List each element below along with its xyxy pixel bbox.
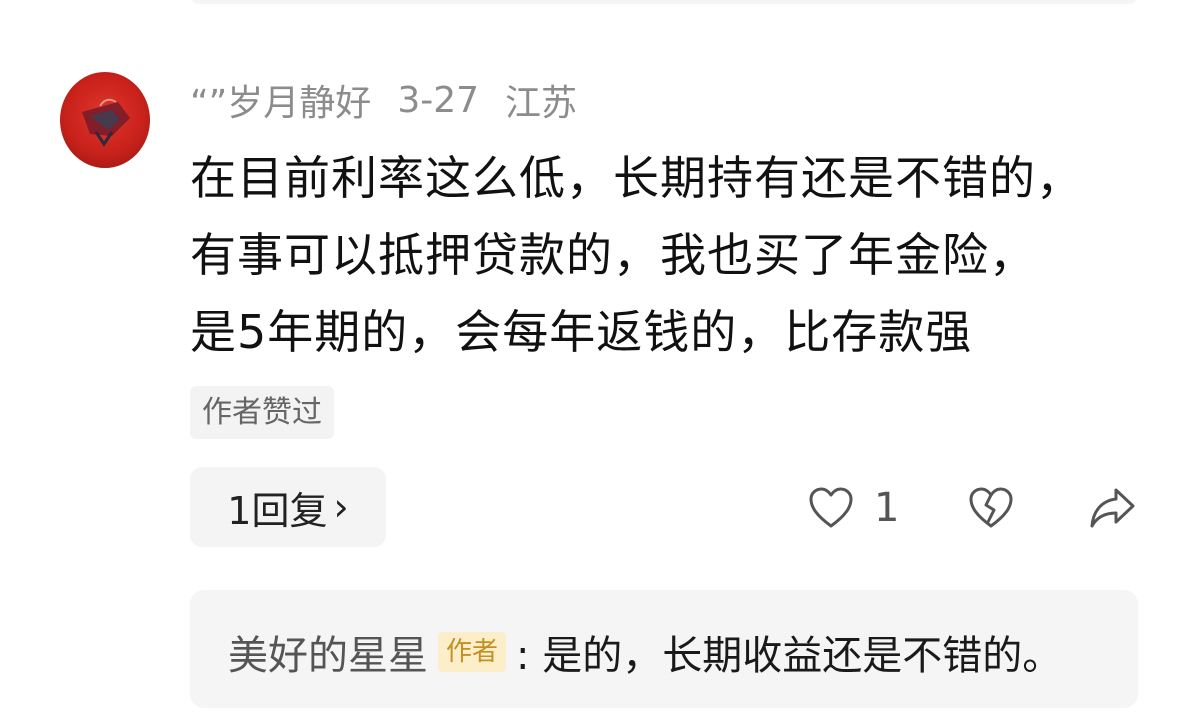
comment-line: 是5年期的，会每年返钱的，比存款强 — [190, 305, 973, 359]
reply-preview[interactable]: 美好的星星 作者 : 是的，长期收益还是不错的。 — [190, 590, 1138, 708]
avatar-image — [82, 98, 130, 147]
reply-count-label: 1回复 — [227, 488, 328, 533]
like-count: 1 — [874, 485, 900, 531]
share-arrow-icon — [1090, 488, 1135, 528]
avatar[interactable] — [60, 72, 150, 168]
comment-line: 有事可以抵押贷款的，我也买了年金险， — [190, 228, 1036, 282]
comment-location: 江苏 — [505, 83, 578, 124]
comment-date: 3-27 — [397, 79, 480, 121]
heart-icon — [809, 487, 853, 528]
comment-username[interactable]: “”岁月静好 — [190, 74, 371, 126]
author-badge: 作者 — [438, 632, 507, 672]
previous-card-edge — [190, 0, 1138, 4]
like-button[interactable] — [808, 482, 854, 534]
broken-heart-icon — [969, 487, 1013, 528]
reply-line: 美好的星星 作者 : 是的，长期收益还是不错的。 — [228, 623, 1063, 681]
share-button[interactable] — [1088, 482, 1136, 534]
reply-username[interactable]: 美好的星星 — [228, 623, 428, 681]
chevron-right-icon: › — [333, 485, 349, 529]
view-replies-button[interactable]: 1回复 › — [190, 467, 386, 547]
comment-meta: “”岁月静好 3-27 江苏 — [190, 74, 578, 126]
reply-text: : 是的，长期收益还是不错的。 — [516, 633, 1063, 679]
comment-body: 在目前利率这么低，长期持有还是不错的， 有事可以抵押贷款的，我也买了年金险， 是… — [190, 140, 1160, 371]
comment-line: 在目前利率这么低，长期持有还是不错的， — [190, 151, 1083, 205]
author-liked-tag: 作者赞过 — [190, 386, 334, 439]
dislike-button[interactable] — [968, 482, 1014, 534]
